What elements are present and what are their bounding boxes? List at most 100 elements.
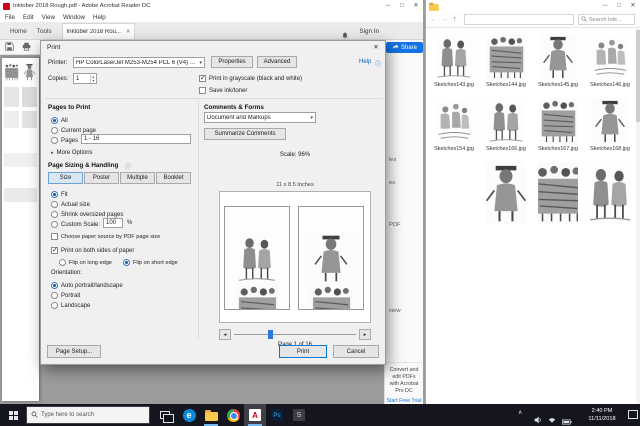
preview-next-button[interactable]: ▸: [359, 329, 371, 340]
help-link[interactable]: Help: [359, 59, 371, 65]
tab-close-icon[interactable]: ✕: [126, 29, 131, 35]
tool-label-fragment[interactable]: view: [389, 308, 401, 314]
file-tile[interactable]: [586, 162, 634, 224]
custom-scale-input[interactable]: 100: [103, 218, 123, 228]
file-tile[interactable]: Sketches167.jpg: [534, 98, 582, 152]
action-center-icon[interactable]: [628, 410, 638, 419]
menu-window[interactable]: Window: [63, 14, 85, 21]
menu-help[interactable]: Help: [93, 14, 106, 21]
page-range-input[interactable]: 1 - 16: [81, 134, 191, 144]
file-tile[interactable]: Sketches168.jpg: [586, 98, 634, 152]
taskbar-app-chrome[interactable]: [222, 404, 244, 426]
close-icon[interactable]: ✕: [626, 0, 640, 12]
address-bar[interactable]: [464, 14, 574, 25]
advanced-button[interactable]: Advanced: [257, 56, 297, 68]
file-tile[interactable]: [482, 162, 530, 224]
both-sides-checkbox[interactable]: Print on both sides of paper: [51, 246, 134, 255]
tool-label-fragment[interactable]: PDF: [389, 222, 401, 228]
size-mode-button[interactable]: Size: [48, 172, 83, 184]
task-view-button[interactable]: [154, 404, 176, 426]
taskbar-search[interactable]: Type here to search: [26, 406, 150, 424]
up-icon[interactable]: ↑: [453, 15, 457, 24]
close-icon[interactable]: ✕: [409, 0, 423, 12]
radio-portrait[interactable]: Portrait: [51, 291, 80, 300]
tool-label-fragment[interactable]: es: [389, 180, 395, 186]
save-icon[interactable]: [5, 38, 14, 56]
battery-icon[interactable]: [562, 412, 572, 426]
pdf-page[interactable]: [2, 58, 39, 401]
taskbar-app-photoshop[interactable]: Ps: [266, 404, 288, 426]
radio-all-pages[interactable]: All: [51, 116, 68, 125]
radio-landscape[interactable]: Landscape: [51, 301, 90, 310]
preview-prev-button[interactable]: ◂: [219, 329, 231, 340]
pdf-sketch-thumbnail: [4, 111, 19, 128]
taskbar-app-generic[interactable]: S: [288, 404, 310, 426]
grayscale-checkbox[interactable]: Print in grayscale (black and white): [199, 74, 302, 83]
properties-button[interactable]: Properties: [211, 56, 253, 68]
taskbar-app-acrobat[interactable]: A: [244, 404, 266, 426]
printer-select[interactable]: HP ColorLaserJet M253-M254 PCL 6 (V4) (N…: [73, 57, 205, 68]
network-icon[interactable]: [548, 411, 556, 426]
file-tile[interactable]: Sketches144.jpg: [482, 34, 530, 88]
booklet-mode-button[interactable]: Booklet: [156, 172, 191, 184]
file-tile[interactable]: [534, 162, 582, 224]
multiple-mode-button[interactable]: Multiple: [120, 172, 155, 184]
help-info-icon[interactable]: ⓘ: [375, 59, 381, 68]
volume-icon[interactable]: [534, 411, 542, 426]
copies-stepper[interactable]: 1 ▴ ▾: [73, 73, 97, 84]
menu-view[interactable]: View: [42, 14, 55, 21]
file-tile[interactable]: Sketches166.jpg: [482, 98, 530, 152]
radio-flip-short[interactable]: Flip on short edge: [123, 258, 178, 267]
scrollbar[interactable]: [636, 28, 640, 404]
promo-text: Convert and edit PDFs: [389, 367, 419, 380]
back-icon[interactable]: ←: [430, 15, 437, 24]
minimize-icon[interactable]: ─: [381, 0, 395, 12]
taskbar-clock[interactable]: 2:40 PM 11/11/2018: [578, 407, 626, 423]
radio-fit[interactable]: Fit: [51, 190, 68, 199]
spinner-buttons[interactable]: ▴ ▾: [89, 74, 94, 83]
slider-thumb[interactable]: [268, 330, 273, 339]
taskbar-app-file-explorer[interactable]: [200, 404, 222, 426]
radio-custom-scale[interactable]: Custom Scale:: [51, 220, 100, 229]
summarize-comments-button[interactable]: Summarize Comments: [204, 128, 286, 140]
explorer-search-box[interactable]: Search Inkt...: [578, 14, 635, 25]
maximize-icon[interactable]: □: [395, 0, 409, 12]
menu-file[interactable]: File: [5, 14, 15, 21]
maximize-icon[interactable]: □: [612, 0, 626, 12]
tab-tools[interactable]: Tools: [37, 28, 52, 35]
tab-document[interactable]: Inktober 2018 Rou... ✕: [61, 23, 136, 39]
tab-home[interactable]: Home: [10, 28, 27, 35]
menu-edit[interactable]: Edit: [23, 14, 34, 21]
comments-forms-select[interactable]: Document and Markups ▾: [204, 112, 316, 123]
scrollbar-thumb[interactable]: [636, 30, 640, 122]
share-button[interactable]: Share: [386, 42, 423, 53]
taskbar-app-edge[interactable]: e: [178, 404, 200, 426]
file-tile[interactable]: Sketches146.jpg: [586, 34, 634, 88]
radio-flip-long[interactable]: Flip on long edge: [59, 258, 112, 267]
file-tile[interactable]: Sketches145.jpg: [534, 34, 582, 88]
tool-label-fragment[interactable]: les: [389, 157, 396, 163]
print-button[interactable]: Print: [279, 345, 327, 358]
radio-pages-range[interactable]: Pages: [51, 136, 78, 145]
more-options-expander[interactable]: ▸ More Options: [51, 148, 93, 157]
minimize-icon[interactable]: ─: [598, 0, 612, 12]
file-tile[interactable]: Sketches154.jpg: [430, 98, 478, 152]
radio-label: Flip on long edge: [69, 259, 112, 266]
print-icon[interactable]: [22, 38, 31, 56]
cancel-button[interactable]: Cancel: [333, 345, 379, 358]
file-tile[interactable]: Sketches143.jpg: [430, 34, 478, 88]
tray-overflow-chevron-icon[interactable]: ∧: [518, 409, 522, 416]
preview-page-slider[interactable]: [234, 329, 356, 340]
radio-actual-size[interactable]: Actual size: [51, 200, 90, 209]
chevron-down-icon: ▾: [310, 114, 313, 121]
page-setup-button[interactable]: Page Setup...: [47, 345, 101, 358]
save-ink-checkbox[interactable]: Save ink/toner: [199, 86, 247, 95]
poster-mode-button[interactable]: Poster: [84, 172, 119, 184]
radio-auto-orientation[interactable]: Auto portrait/landscape: [51, 281, 123, 290]
forward-icon[interactable]: →: [441, 15, 448, 24]
sign-in-button[interactable]: Sign In: [359, 28, 379, 35]
start-button[interactable]: [0, 404, 26, 426]
dialog-close-icon[interactable]: ✕: [367, 41, 385, 54]
paper-source-checkbox[interactable]: Choose paper source by PDF page size: [51, 232, 160, 241]
sizing-info-icon[interactable]: ⓘ: [125, 162, 131, 171]
